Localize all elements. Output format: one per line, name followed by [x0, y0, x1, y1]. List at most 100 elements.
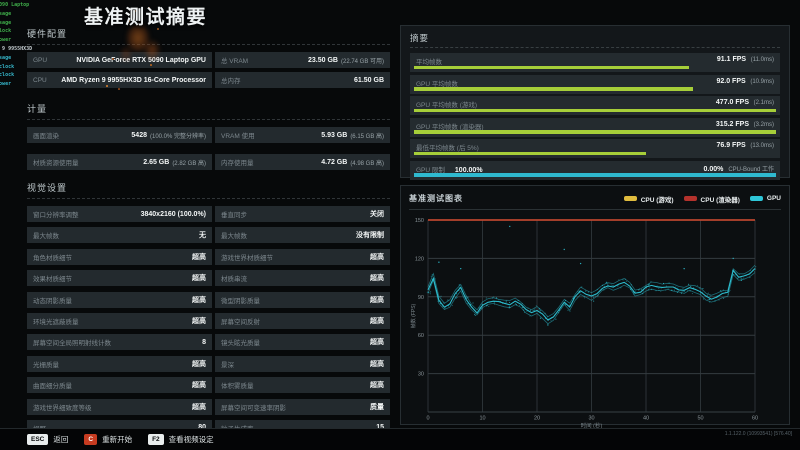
legend-item: CPU (游戏): [623, 194, 674, 204]
summary-row: 平均帧数 91.1 FPS (11.0ms): [410, 53, 780, 72]
setting-row: 环境光遮蔽质量 超高: [27, 312, 212, 329]
benchmark-summary-screen: RTX 5090 Laptop GPU usage MEM usage GPU clo…: [0, 0, 800, 450]
frametime-value: (13.0ms): [748, 143, 774, 149]
y-tick-label: 90: [418, 295, 424, 301]
fps-bar: [414, 151, 646, 155]
stat-value: 5428: [131, 131, 147, 139]
setting-row: 光栅质量 超高: [27, 355, 212, 372]
summary-label: 平均帧数: [416, 59, 442, 66]
hardware-row-cell: 总 VRAM 23.50 GB (22.74 GB 可用): [215, 52, 390, 68]
overlay-line: RTX 5090 Laptop: [0, 2, 30, 8]
setting-value: 8: [202, 338, 206, 346]
footer-key-hints: ESC 返回 C 重新开始 F2 查看视频设定: [27, 434, 214, 445]
y-axis-label: 帧数 (FPS): [410, 303, 417, 328]
setting-row: 动态阴影质量 超高: [27, 291, 212, 308]
visual-settings-left-column: 窗口分辨率调整 3840x2160 (100.0%) 最大帧数无角色材质细节 超高 效果…: [27, 206, 212, 441]
version-text: 1.1.122.0 (10993541) [576.40]: [724, 431, 792, 437]
legend-label: GPU: [766, 195, 781, 202]
chart-header: 基准测试图表 CPU (游戏) CPU (渲染器) GPU: [409, 192, 781, 210]
setting-value: 超高: [370, 339, 384, 347]
metrics-row-cell: VRAM 使用 5.93 GB (6.15 GB 高): [215, 127, 390, 143]
footer-key-esc[interactable]: ESC 返回: [27, 434, 68, 445]
gpu-outlier-point: [547, 324, 549, 326]
setting-value: 超高: [192, 360, 206, 368]
hardware-row: CPU AMD Ryzen 9 9955HX3D 16-Core Processo…: [27, 72, 390, 88]
x-tick-label: 30: [588, 416, 594, 422]
visual-settings-grid: 窗口分辨率调整 3840x2160 (100.0%) 最大帧数无角色材质细节 超高 效果…: [27, 206, 390, 441]
key-action-label: 查看视频设定: [168, 435, 214, 444]
setting-label: 屏幕空间反射: [221, 318, 260, 326]
setting-value: 超高: [370, 275, 384, 283]
stat-value: AMD Ryzen 9 9955HX3D 16-Core Processor: [61, 76, 206, 84]
fps-bar: [414, 87, 693, 91]
key-badge: ESC: [27, 434, 49, 445]
overlay-line: GPU clock: [0, 28, 12, 35]
fps-value: 92.0 FPS: [716, 77, 746, 85]
summary-label: GPU 平均帧数: [416, 80, 458, 88]
key-badge: C: [84, 434, 98, 445]
setting-label: 效果材质细节: [33, 276, 72, 284]
summary-value: 315.2 FPS (3.2ms): [716, 121, 774, 128]
setting-label: 景深: [221, 361, 234, 369]
legend-label: CPU (游戏): [640, 196, 674, 204]
summary-value: 477.0 FPS (2.1ms): [716, 99, 774, 106]
chart-legend: CPU (游戏) CPU (渲染器) GPU: [623, 194, 781, 204]
visual-settings-right-column: 垂直同步 关闭 最大帧数 没有限制 游戏世界材质细节 超高 材质串流 超高 微型阴影质量 超高 屏幕…: [215, 206, 390, 441]
x-tick-label: 0: [426, 416, 429, 422]
metrics-row-cell: 材质资源使用量 2.65 GB (2.82 GB 高): [27, 154, 212, 170]
summary-rows: 平均帧数 91.1 FPS (11.0ms) GPU 平均帧数 92.0 FPS (1…: [410, 53, 780, 158]
gpu-outlier-point: [563, 248, 565, 251]
setting-row: 曲面细分质量 超高: [27, 377, 212, 394]
key-action-label: 重新开始: [102, 435, 133, 444]
setting-value: 超高: [192, 275, 206, 283]
x-tick-label: 50: [697, 416, 703, 422]
overlay-line: CPU2 clock: [0, 72, 15, 79]
section-metrics: 计量 画面渲染 5428 (100.0% 完整分辨率) VRAM 使用 5.93 GB(…: [27, 102, 390, 170]
setting-value: 超高: [370, 382, 384, 390]
summary-section-title: 摘要: [410, 32, 780, 48]
setting-value: 超高: [192, 382, 206, 390]
hardware-row-cell: 总内存 61.50 GB: [215, 72, 390, 88]
overlay-line: CPU usage: [0, 54, 12, 61]
setting-row: 最大帧数 没有限制: [215, 227, 390, 244]
gpu-limit-bar: [414, 173, 776, 177]
overlay-line: GPU usage: [0, 10, 12, 17]
setting-row: 屏幕空间全局照明射线计数 8: [27, 334, 212, 351]
legend-label: CPU (渲染器): [700, 196, 740, 204]
setting-row: 屏幕空间可变速率阴影 质量: [215, 398, 390, 415]
setting-label: 材质串流: [221, 276, 247, 284]
metrics-row-cell: 内存使用量 4.72 GB (4.98 GB 高): [215, 154, 390, 170]
setting-row: 垂直同步 关闭: [215, 206, 390, 222]
setting-row: 体积雾质量 超高: [215, 377, 390, 394]
frametime-value: (10.9ms): [748, 78, 774, 85]
summary-label: GPU 平均帧数 (渲染器): [416, 123, 484, 131]
gpu-outlier-point: [438, 261, 440, 263]
section-summary: 摘要 平均帧数 91.1 FPS (11.0ms) GPU 平均帧数 92.0 FPS…: [400, 25, 790, 180]
summary-row: GPU 平均帧数 (游戏) 477.0 FPS (2.1ms): [410, 96, 780, 115]
x-tick-label: 40: [643, 416, 649, 422]
setting-label: 游戏世界材质细节: [221, 254, 273, 262]
metrics-row: 画面渲染 5428 (100.0% 完整分辨率) VRAM 使用 5.93 GB (6.1…: [27, 127, 390, 143]
stat-value: NVIDIA GeForce RTX 5090 Laptop GPU: [76, 56, 206, 64]
performance-overlay: RTX 5090 Laptop GPU usage MEM usage GPU clo…: [0, 1, 62, 105]
setting-row: 角色材质细节 超高: [27, 248, 212, 265]
fps-bar: [414, 65, 690, 69]
left-column: 硬件配置 GPU NVIDIA GeForce RTX 5090 Laptop G…: [27, 27, 390, 441]
metrics-row: 材质资源使用量 2.65 GB (2.82 GB 高) 内存使用量 4.72 GB (4.…: [27, 154, 390, 170]
stat-value: 4.72 GB: [321, 158, 348, 166]
summary-row: GPU 平均帧数 92.0 FPS (10.9ms): [410, 74, 780, 94]
page-title: 基准测试摘要: [84, 7, 208, 28]
setting-row: 景深 超高: [215, 355, 390, 372]
setting-value: 超高: [370, 296, 384, 304]
y-tick-label: 60: [418, 333, 424, 339]
setting-row: 屏幕空间反射 超高: [215, 312, 390, 329]
footer-key-f2[interactable]: F2 查看视频设定: [148, 434, 214, 445]
section-hardware: 硬件配置 GPU NVIDIA GeForce RTX 5090 Laptop G…: [27, 27, 390, 88]
fps-value: 76.9 FPS: [716, 142, 746, 149]
fps-bar: [414, 130, 776, 134]
stat-label: 画面渲染: [33, 133, 59, 140]
footer-key-c[interactable]: C 重新开始: [84, 434, 132, 445]
stat-label: VRAM 使用: [221, 133, 255, 140]
setting-value: 关闭: [370, 211, 384, 218]
setting-label: 微型阴影质量: [221, 297, 260, 305]
